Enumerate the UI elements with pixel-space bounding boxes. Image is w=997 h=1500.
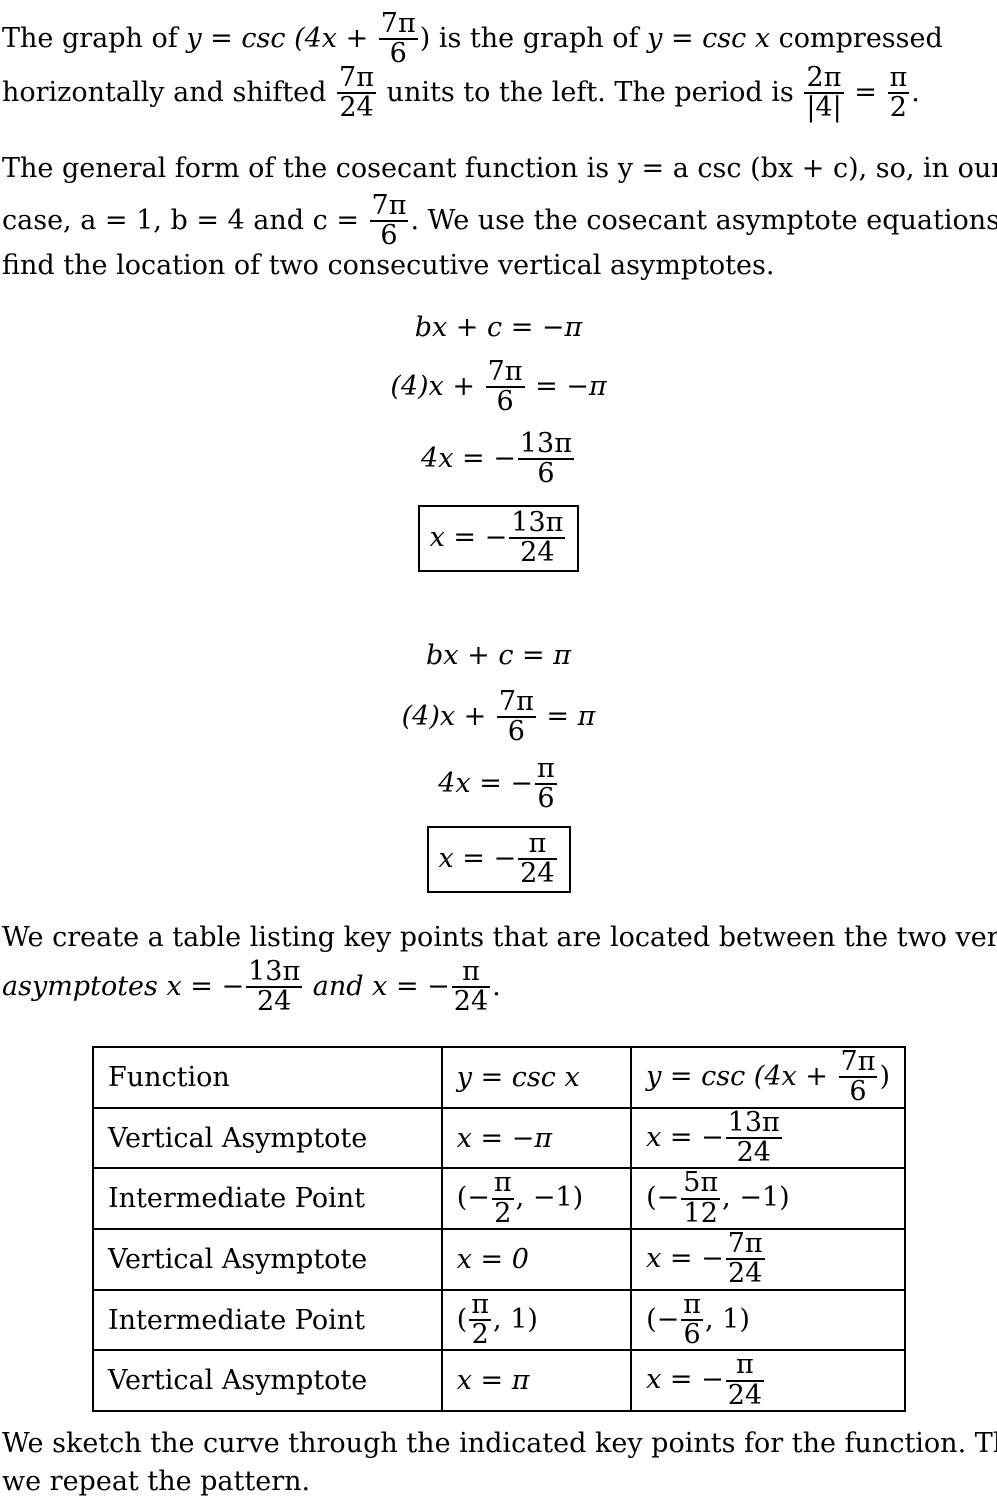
table-intro-line-1: We create a table listing key points tha… [2,922,997,953]
cell: (− π 2, −1) [440,1167,633,1231]
row-label: Vertical Asymptote [92,1349,443,1413]
text: ) is the graph of [419,22,648,54]
fraction: 7π 6 [378,8,418,70]
intro-line-1: The graph of y = csc (4x + 7π 6) is the g… [2,8,995,70]
cell: x = −7π 24 [630,1228,906,1291]
deriv1-eq2: (4)x + 7π 6 = −π [390,356,607,418]
header-cell: y = csc x [440,1046,633,1109]
period-fraction: 2π |4| [804,62,844,124]
table-row: Vertical Asymptote x = 0 x = −7π 24 [92,1228,906,1291]
header-cell: Function [92,1046,443,1109]
text: compressed [770,22,943,54]
text: horizontally and shifted [2,76,336,108]
table-row: Intermediate Point (π 2, 1) (− π 6, 1) [92,1288,906,1352]
key-points-table: Function y = csc x y = csc (4x + 7π 6) Ve… [92,1046,906,1413]
equals: = [845,76,886,108]
shift-fraction: 7π 24 [337,62,376,124]
cell: x = −13π 24 [630,1106,906,1170]
period-result: π2 [887,62,910,124]
c-fraction: 7π 6 [369,190,409,252]
deriv1-answer: x = −13π 24 [0,505,997,572]
text: The graph of [2,22,187,54]
intro-line-2: horizontally and shifted 7π 24 units to t… [2,62,920,124]
deriv2-answer: x = − π 24 [0,826,997,893]
deriv1-eq3: 4x = −13π 6 [421,428,574,490]
header-cell: y = csc (4x + 7π 6) [630,1046,906,1109]
table-header-row: Function y = csc x y = csc (4x + 7π 6) [92,1046,906,1109]
text: case, a = 1, b = 4 and c = [2,204,368,236]
cell: (− π 6, 1) [630,1288,906,1352]
table-intro-line-2: asymptotes x = −13π 24 and x = − π 24. [2,956,501,1018]
general-line-3: find the location of two consecutive ver… [2,250,775,281]
deriv2-eq2: (4)x + 7π 6 = π [401,686,596,748]
deriv2-eq1: bx + c = π [426,640,571,671]
deriv2-eq3: 4x = − π 6 [438,753,557,815]
general-line-1: The general form of the cosecant functio… [2,153,997,184]
base-function: y = csc x [647,22,771,54]
function-expression: y = csc (4x + [186,22,377,54]
cell: (− 5π 12, −1) [630,1167,906,1231]
text: . [911,76,920,108]
deriv1-eq1: bx + c = −π [414,312,583,343]
cell: x = π [440,1349,633,1413]
general-line-2: case, a = 1, b = 4 and c = 7π 6. We use t… [2,190,997,252]
row-label: Intermediate Point [92,1167,443,1231]
closing-line-1: We sketch the curve through the indicate… [2,1428,997,1459]
table-row: Vertical Asymptote x = −π x = −13π 24 [92,1106,906,1170]
closing-line-2: we repeat the pattern. [2,1466,311,1497]
text: units to the left. The period is [377,76,803,108]
answer-box: x = −13π 24 [417,505,580,572]
row-label: Intermediate Point [92,1288,443,1352]
cell: x = 0 [440,1228,633,1291]
row-label: Vertical Asymptote [92,1106,443,1170]
answer-box: x = − π 24 [426,826,571,893]
cell: x = −π [440,1106,633,1170]
table-row: Vertical Asymptote x = π x = − π 24 [92,1349,906,1413]
cell: (π 2, 1) [440,1288,633,1352]
table-row: Intermediate Point (− π 2, −1) (− 5π 12, −1) [92,1167,906,1231]
text: . We use the cosecant asymptote equation… [410,204,997,236]
row-label: Vertical Asymptote [92,1228,443,1291]
cell: x = − π 24 [630,1349,906,1413]
